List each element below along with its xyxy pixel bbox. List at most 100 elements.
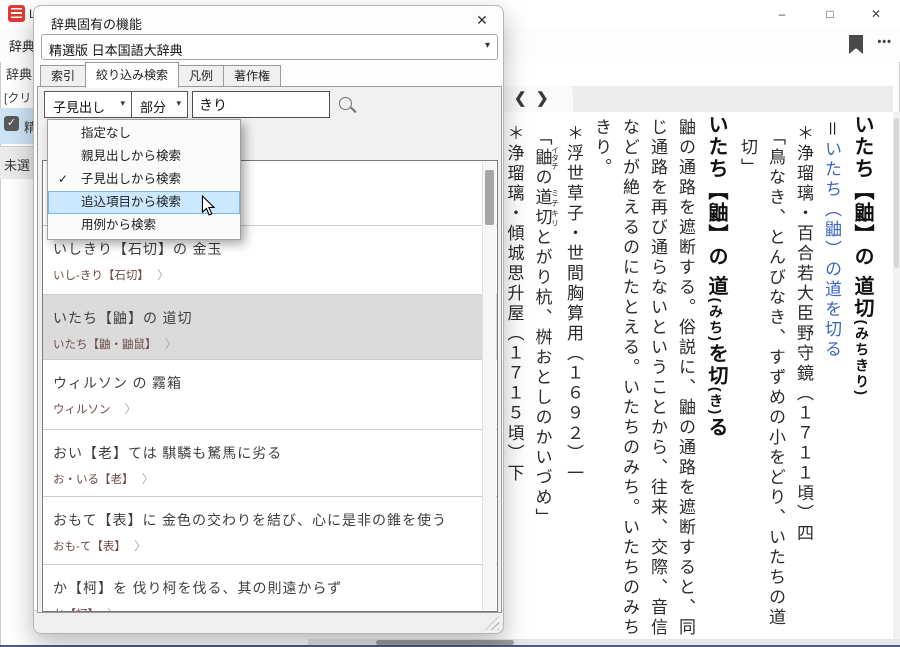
nav-back-button[interactable]: ❮: [514, 89, 527, 107]
article-source-2: ＊浮世草子・世間胸算用（１６９２）一: [559, 112, 587, 645]
chevron-down-icon: ▾: [120, 98, 125, 109]
nav-button-group: ❮ ❯: [500, 86, 573, 112]
dictionary-select[interactable]: 精選版 日本国語大辞典 ▾: [41, 34, 498, 60]
article-vertical-scrollbar[interactable]: [893, 112, 900, 639]
menu-item-label: 親見出しから検索: [81, 149, 181, 163]
result-subtitle: いし‐きり【石切】 〉: [53, 266, 477, 283]
result-title: いたち【鼬】の 道切: [53, 308, 477, 328]
result-subtitle: ウィルソン 〉: [53, 400, 477, 417]
menu-dictionary[interactable]: 辞典: [9, 36, 35, 55]
result-subtitle-text: か【柯】: [53, 609, 93, 612]
article-crossref: ＝いたち（鼬）の道を切る: [817, 112, 845, 645]
match-dropdown-button[interactable]: 部分 ▾: [131, 91, 188, 118]
menu-item-label: 用例から検索: [81, 218, 156, 232]
result-title: おい【老】ては 騏驎も駑馬に劣る: [53, 443, 477, 463]
article-nav-strip: ❮ ❯: [497, 86, 893, 112]
sidebar-item-unselected[interactable]: 未選: [0, 146, 34, 179]
scope-menu: 指定なし 親見出しから検索 ✓ 子見出しから検索 追込項目から検索 用例から検索: [47, 119, 241, 240]
sidebar-panel-title: 辞典: [6, 64, 32, 83]
menu-item-usage-example[interactable]: 用例から検索: [48, 214, 240, 237]
scrollbar-thumb[interactable]: [894, 118, 899, 268]
maximize-button[interactable]: □: [808, 0, 852, 28]
chevron-right-icon: 〉: [107, 607, 119, 612]
search-icon[interactable]: [339, 97, 352, 110]
menu-item-child-headword[interactable]: ✓ 子見出しから検索: [48, 168, 240, 191]
match-dropdown-label: 部分: [140, 97, 166, 116]
scope-dropdown-button[interactable]: 子見出し ▾: [44, 91, 132, 118]
crossref-link[interactable]: いたち（鼬）の道を切る: [822, 140, 841, 360]
dialog-footer: [34, 610, 503, 633]
minimize-button[interactable]: –: [760, 0, 804, 28]
result-row[interactable]: おもて【表】に 金色の交わりを結び、心に是非の錐を使う おも‐て【表】 〉: [43, 496, 497, 564]
result-row[interactable]: か【柯】を 伐り柯を伐る、其の則遠からず か【柯】 〉: [43, 564, 497, 612]
resize-grip[interactable]: [485, 616, 499, 630]
tab-copyright[interactable]: 著作権: [223, 65, 281, 87]
result-subtitle-text: おも‐て【表】: [53, 541, 120, 553]
result-subtitle-text: いし‐きり【石切】: [53, 270, 143, 282]
chevron-right-icon: 〉: [125, 402, 137, 416]
article-quote-1-line-2: 切」: [733, 112, 761, 645]
chevron-right-icon: 〉: [157, 268, 169, 282]
mouse-cursor: [201, 195, 215, 216]
tab-legend[interactable]: 凡例: [178, 65, 224, 87]
result-row[interactable]: ウィルソン の 霧箱 ウィルソン 〉: [43, 359, 497, 429]
app-icon-bars: [11, 8, 22, 19]
result-title: おもて【表】に 金色の交わりを結び、心に是非の錐を使う: [53, 510, 477, 530]
dialog-tabs: 索引 絞り込み検索 凡例 著作権: [40, 62, 280, 87]
result-subtitle: いたち【鼬・鼬鼠】 〉: [53, 335, 477, 352]
article-body-line-1: 鼬の通路を遮断する。俗説に、鼬の通路を遮断すると、同: [671, 112, 699, 645]
result-title: ウィルソン の 霧箱: [53, 373, 477, 393]
chevron-down-icon: ▾: [485, 40, 490, 51]
article-body-line-4: きり。: [587, 112, 615, 645]
check-icon: ✓: [58, 168, 68, 191]
nav-forward-button[interactable]: ❯: [536, 89, 549, 107]
result-subtitle-text: ウィルソン: [53, 404, 111, 416]
result-subtitle: お・いる【老】〉: [53, 470, 477, 487]
sidebar-item-selected-dictionary[interactable]: ✓ 精: [0, 108, 34, 144]
bookmark-icon[interactable]: [849, 35, 863, 54]
sidebar-hint-text: [クリ: [4, 89, 31, 106]
app-icon: [8, 5, 25, 22]
article-body-line-2: じ通路を再び通らないということから、往来、交際、音信: [643, 112, 671, 645]
menu-item-appended-entry[interactable]: 追込項目から検索: [48, 191, 240, 214]
result-subtitle: か【柯】 〉: [53, 605, 477, 612]
result-subtitle: おも‐て【表】 〉: [53, 537, 477, 554]
article-source-1: ＊浄瑠璃・百合若大臣野守鏡（１７１１頃）四: [789, 112, 817, 645]
article-body-line-3: などが絶えるのにたとえる。いたちのみち。いたちのみち: [615, 112, 643, 645]
tab-index[interactable]: 索引: [40, 65, 86, 87]
article-headword-2: いたち【鼬】の 道(みち)を切(き)る: [699, 112, 733, 645]
menu-item-no-spec[interactable]: 指定なし: [48, 122, 240, 145]
article-quote-2: 「鼬イタチの道切ミチキリとがり杭、桝おとしのかいづめ」: [528, 112, 560, 645]
tab-refine-search[interactable]: 絞り込み検索: [85, 62, 179, 88]
dialog-title: 辞典固有の機能: [51, 14, 142, 33]
menu-item-label: 子見出しから検索: [81, 172, 181, 186]
chevron-right-icon: 〉: [134, 539, 146, 553]
result-title: か【柯】を 伐り柯を伐る、其の則遠からず: [53, 578, 477, 598]
sidebar-unselected-label: 未選: [4, 155, 30, 174]
result-title: いしきり【石切】の 金玉: [53, 239, 477, 259]
headword2-reading: (みち): [708, 298, 724, 343]
headword2-part: いたち【鼬】の 道: [705, 114, 727, 298]
menu-item-parent-headword[interactable]: 親見出しから検索: [48, 145, 240, 168]
dialog-dictionary-functions: 辞典固有の機能 ✕ 精選版 日本国語大辞典 ▾ 索引 絞り込み検索 凡例 著作権…: [33, 5, 504, 634]
scope-dropdown-label: 子見出し: [53, 97, 105, 116]
result-row-selected[interactable]: いたち【鼬】の 道切 いたち【鼬・鼬鼠】 〉: [43, 294, 497, 359]
article-headword: いたち【鼬】の 道切(みちきり): [845, 112, 879, 645]
chevron-right-icon: 〉: [165, 337, 177, 351]
result-row[interactable]: おい【老】ては 騏驎も駑馬に劣る お・いる【老】〉: [43, 429, 497, 496]
headword2-part: る: [705, 416, 727, 438]
crossref-equals: ＝: [822, 120, 841, 140]
dictionary-checkbox[interactable]: ✓: [4, 116, 19, 131]
headword-main: いたち【鼬】の 道切: [851, 114, 873, 320]
list-scrollbar[interactable]: [482, 162, 496, 610]
scrollbar-thumb[interactable]: [485, 170, 494, 225]
dialog-close-button[interactable]: ✕: [467, 8, 497, 32]
headword-reading: (みちきり): [854, 320, 870, 397]
search-input[interactable]: [192, 91, 330, 118]
chevron-right-icon: 〉: [142, 472, 154, 486]
result-subtitle-text: いたち【鼬・鼬鼠】: [53, 339, 151, 351]
more-menu-button[interactable]: •••: [877, 36, 892, 48]
main-window: L – □ ✕ 辞典 ••• 辞典 [クリ ✓ 精 未選 ❮ ❯ いたち【鼬】の…: [0, 0, 900, 647]
window-close-button[interactable]: ✕: [854, 0, 898, 28]
article-quote-1-line-1: 「鳥なき、とんびなき、すずめの小をどり、いたちの道: [761, 112, 789, 645]
